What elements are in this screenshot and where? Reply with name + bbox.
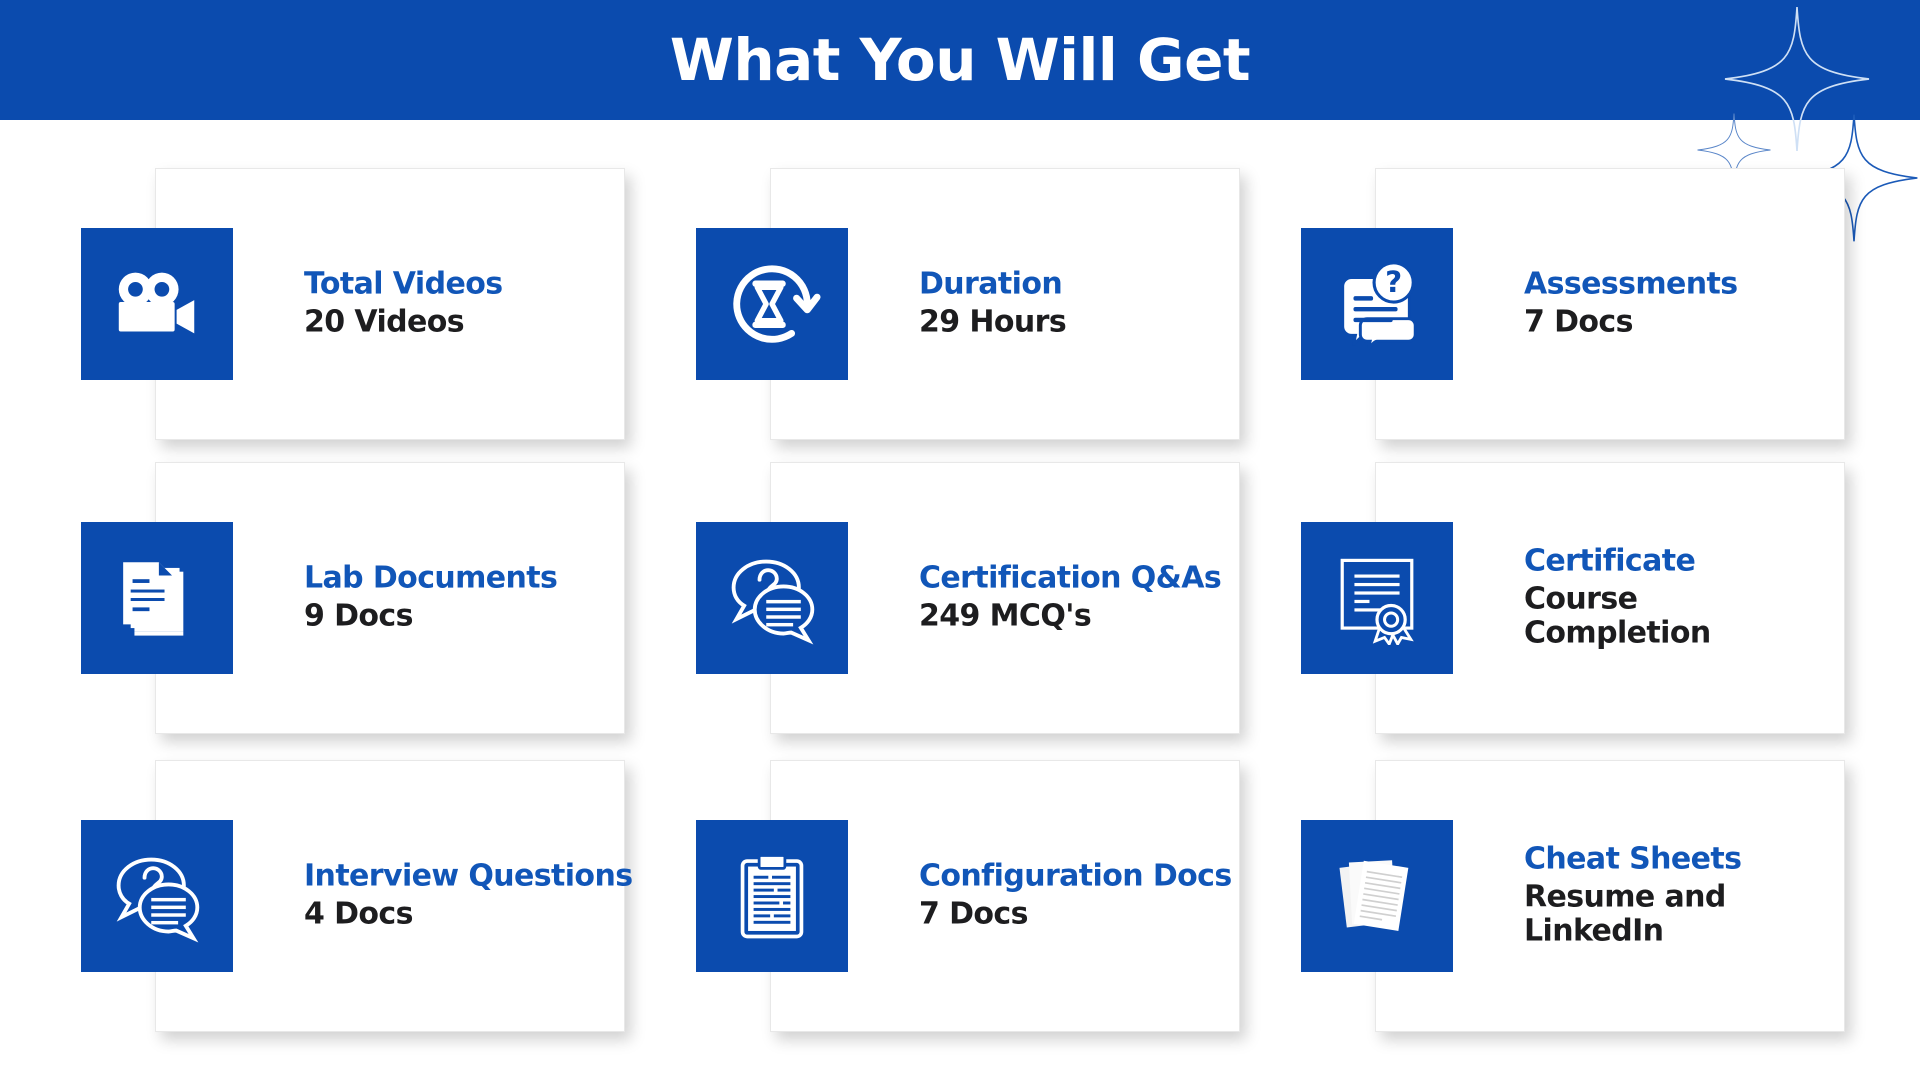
feature-value: 9 Docs	[304, 598, 413, 634]
chat-bubbles-question-icon	[696, 522, 848, 674]
feature-title: Certificate	[1524, 543, 1696, 579]
feature-card-configuration-docs[interactable]: Configuration Docs 7 Docs	[696, 760, 1240, 1032]
feature-cell: Certification Q&As 249 MCQ's	[696, 462, 1240, 734]
paper-sheets-icon	[1301, 820, 1453, 972]
features-row: Total Videos 20 Videos Duration 29 Hours…	[0, 168, 1920, 440]
certificate-ribbon-icon	[1301, 522, 1453, 674]
feature-card-text: Assessments 7 Docs	[1524, 266, 1824, 340]
feature-value: 7 Docs	[919, 896, 1028, 932]
feature-card-total-videos[interactable]: Total Videos 20 Videos	[81, 168, 625, 440]
feature-card-duration[interactable]: Duration 29 Hours	[696, 168, 1240, 440]
feature-value: 29 Hours	[919, 304, 1067, 340]
feature-card-text: Cheat Sheets Resume and LinkedIn	[1524, 841, 1824, 949]
feature-card-cheat-sheets[interactable]: Cheat Sheets Resume and LinkedIn	[1301, 760, 1845, 1032]
feature-value: 249 MCQ's	[919, 598, 1092, 634]
features-row: Lab Documents 9 Docs Certification Q&As …	[0, 462, 1920, 734]
chat-bubbles-question-icon	[81, 820, 233, 972]
feature-card-text: Interview Questions 4 Docs	[304, 858, 633, 932]
feature-card-text: Duration 29 Hours	[919, 266, 1219, 340]
feature-value: Course Completion	[1524, 582, 1711, 651]
page-header: What You Will Get	[0, 0, 1920, 120]
feature-cell: Total Videos 20 Videos	[81, 168, 625, 440]
feature-card-assessments[interactable]: ? Assessments 7 Docs	[1301, 168, 1845, 440]
feature-cell: Cheat Sheets Resume and LinkedIn	[1301, 760, 1845, 1032]
question-message-icon: ?	[1301, 228, 1453, 380]
feature-cell: ? Assessments 7 Docs	[1301, 168, 1845, 440]
feature-value: 7 Docs	[1524, 304, 1633, 340]
feature-title: Duration	[919, 266, 1063, 302]
feature-card-text: Lab Documents 9 Docs	[304, 560, 604, 634]
feature-card-certification-qas[interactable]: Certification Q&As 249 MCQ's	[696, 462, 1240, 734]
feature-card-certificate[interactable]: Certificate Course Completion	[1301, 462, 1845, 734]
feature-cell: Lab Documents 9 Docs	[81, 462, 625, 734]
feature-title: Certification Q&As	[919, 560, 1222, 596]
feature-card-text: Certification Q&As 249 MCQ's	[919, 560, 1222, 634]
feature-card-text: Total Videos 20 Videos	[304, 266, 604, 340]
svg-text:?: ?	[1385, 265, 1402, 299]
feature-cell: Configuration Docs 7 Docs	[696, 760, 1240, 1032]
feature-value: Resume and LinkedIn	[1524, 880, 1726, 949]
feature-cell: Interview Questions 4 Docs	[81, 760, 633, 1032]
page-title: What You Will Get	[669, 26, 1251, 94]
feature-value: 4 Docs	[304, 896, 413, 932]
feature-title: Assessments	[1524, 266, 1738, 302]
feature-card-lab-documents[interactable]: Lab Documents 9 Docs	[81, 462, 625, 734]
feature-title: Cheat Sheets	[1524, 841, 1742, 877]
feature-card-text: Certificate Course Completion	[1524, 543, 1824, 651]
feature-title: Total Videos	[304, 266, 503, 302]
feature-cell: Certificate Course Completion	[1301, 462, 1845, 734]
hourglass-clock-icon	[696, 228, 848, 380]
feature-title: Configuration Docs	[919, 858, 1232, 894]
feature-value: 20 Videos	[304, 304, 465, 340]
feature-title: Interview Questions	[304, 858, 633, 894]
clipboard-icon	[696, 820, 848, 972]
features-row: Interview Questions 4 Docs Configuration…	[0, 760, 1920, 1032]
feature-card-interview-questions[interactable]: Interview Questions 4 Docs	[81, 760, 633, 1032]
stacked-documents-icon	[81, 522, 233, 674]
video-camera-icon	[81, 228, 233, 380]
features-grid: Total Videos 20 Videos Duration 29 Hours…	[0, 160, 1920, 1080]
feature-title: Lab Documents	[304, 560, 558, 596]
feature-card-text: Configuration Docs 7 Docs	[919, 858, 1232, 932]
feature-cell: Duration 29 Hours	[696, 168, 1240, 440]
